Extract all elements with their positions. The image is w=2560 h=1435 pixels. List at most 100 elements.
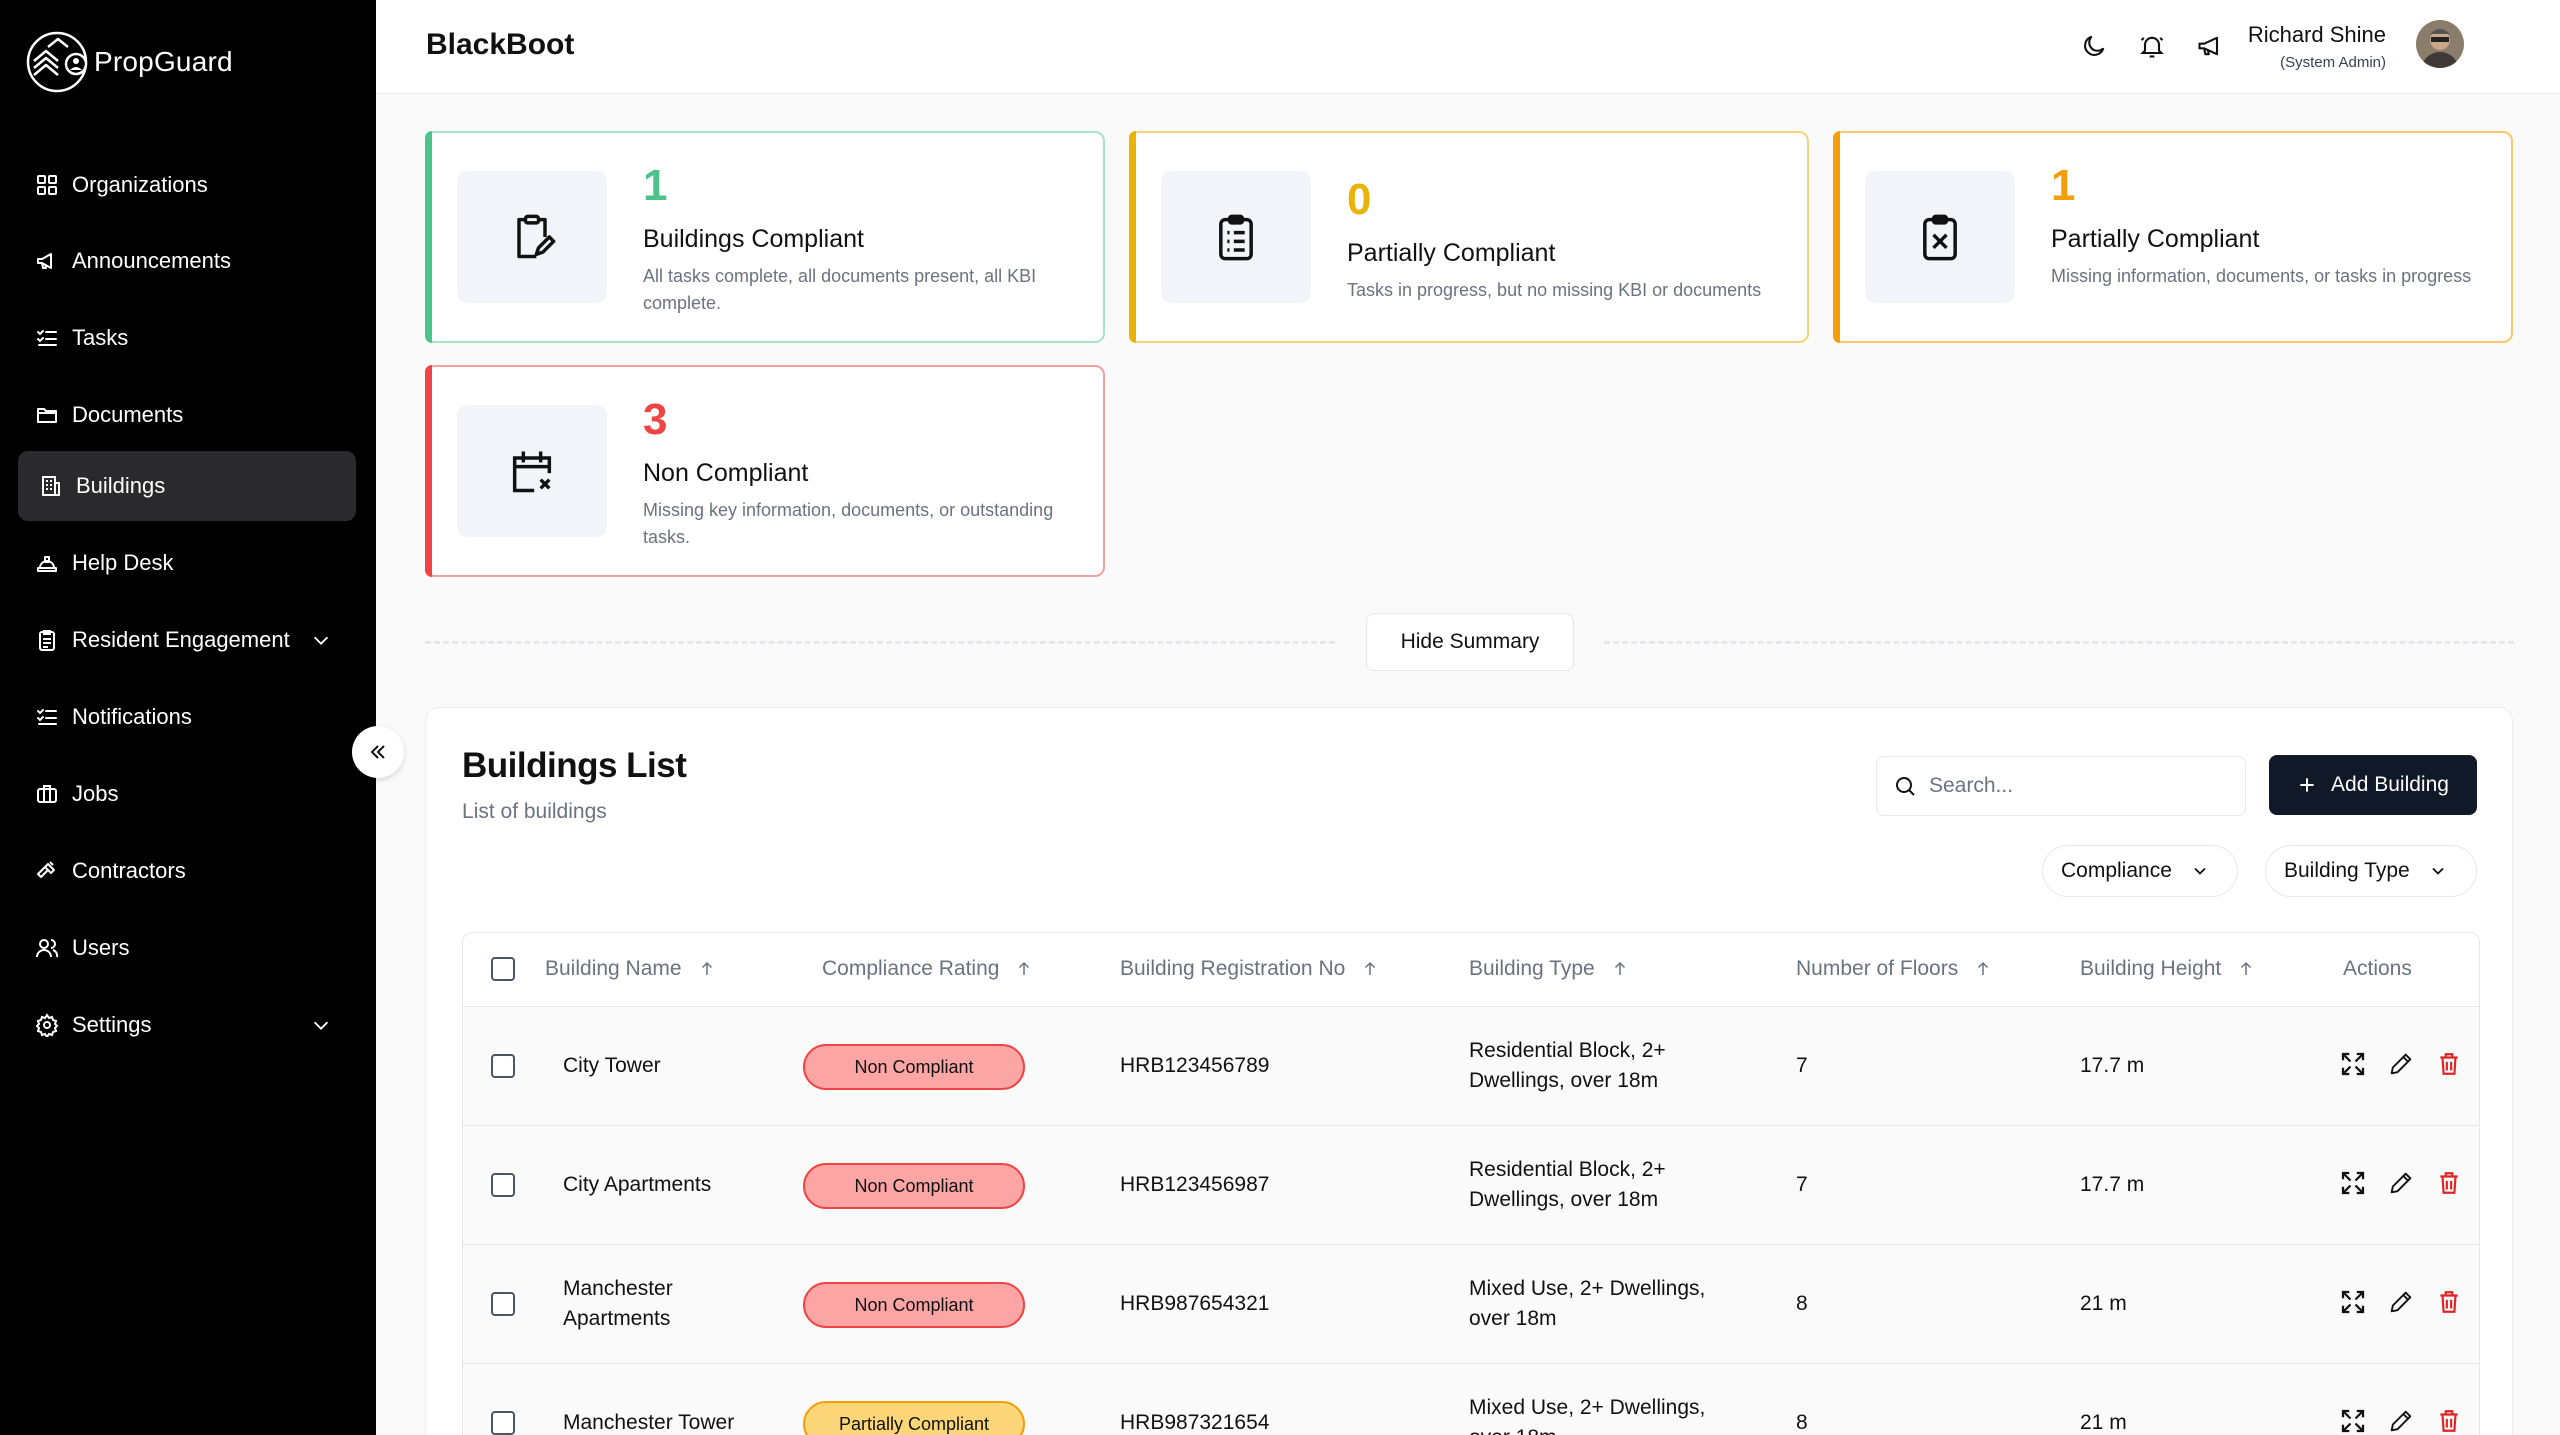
building-name[interactable]: City Apartments bbox=[563, 1170, 783, 1200]
page-title: BlackBoot bbox=[426, 28, 575, 61]
sort-up-icon bbox=[1019, 961, 1030, 975]
building-name[interactable]: Manchester Tower bbox=[563, 1408, 783, 1435]
expand-icon[interactable] bbox=[2337, 1286, 2369, 1318]
select-all-checkbox[interactable] bbox=[491, 957, 515, 981]
row-checkbox[interactable] bbox=[491, 1054, 515, 1078]
column-label: Actions bbox=[2343, 957, 2412, 980]
column-number-of-floors[interactable]: Number of Floors bbox=[1796, 957, 1992, 981]
summary-description: All tasks complete, all documents presen… bbox=[643, 266, 1037, 313]
add-building-button[interactable]: Add Building bbox=[2269, 755, 2477, 815]
sidebar-item-notifications[interactable]: Notifications bbox=[18, 682, 356, 752]
summary-description: Missing information, documents, or tasks… bbox=[2051, 266, 2472, 286]
column-building-name[interactable]: Building Name bbox=[545, 957, 716, 981]
sidebar-item-help-desk[interactable]: Help Desk bbox=[18, 528, 356, 598]
expand-icon[interactable] bbox=[2337, 1048, 2369, 1080]
list-check-icon bbox=[34, 704, 60, 730]
building-type: Residential Block, 2+ Dwellings, over 18… bbox=[1469, 1158, 1666, 1211]
registration-no: HRB987321654 bbox=[1120, 1411, 1270, 1434]
row-checkbox[interactable] bbox=[491, 1411, 515, 1435]
sidebar-item-tasks[interactable]: Tasks bbox=[18, 303, 356, 373]
table-row[interactable]: City Apartments Non Compliant HRB1234569… bbox=[463, 1126, 2479, 1245]
building-type: Mixed Use, 2+ Dwellings, over 18m bbox=[1469, 1277, 1706, 1330]
edit-icon[interactable] bbox=[2385, 1286, 2417, 1318]
table-row[interactable]: Manchester Tower Partially Compliant HRB… bbox=[463, 1364, 2479, 1435]
sidebar-item-label: Resident Engagement bbox=[72, 627, 290, 652]
briefcase-icon bbox=[34, 781, 60, 807]
edit-icon[interactable] bbox=[2385, 1167, 2417, 1199]
sidebar-item-announcements[interactable]: Announcements bbox=[18, 226, 356, 296]
gear-icon bbox=[34, 1012, 60, 1038]
building-type: Residential Block, 2+ Dwellings, over 18… bbox=[1469, 1039, 1666, 1092]
sidebar-item-buildings[interactable]: Buildings bbox=[18, 451, 356, 521]
sidebar-item-settings[interactable]: Settings bbox=[18, 990, 356, 1060]
expand-icon[interactable] bbox=[2337, 1405, 2369, 1435]
row-checkbox[interactable] bbox=[491, 1292, 515, 1316]
column-building-type[interactable]: Building Type bbox=[1469, 957, 1629, 981]
building-name[interactable]: City Tower bbox=[563, 1051, 783, 1081]
row-checkbox[interactable] bbox=[491, 1173, 515, 1197]
plus-icon bbox=[2300, 778, 2314, 792]
sidebar-item-label: Documents bbox=[72, 402, 184, 427]
sidebar-item-label: Contractors bbox=[72, 858, 186, 883]
search-box[interactable] bbox=[1876, 756, 2246, 816]
collapse-sidebar-button[interactable] bbox=[352, 726, 404, 778]
hide-summary-button[interactable]: Hide Summary bbox=[1366, 613, 1574, 671]
building-type-filter[interactable]: Building Type bbox=[2265, 845, 2477, 897]
number-of-floors: 7 bbox=[1796, 1173, 1808, 1196]
summary-title: Partially Compliant bbox=[1347, 239, 1556, 267]
buildings-list-panel: Buildings List List of buildings Add Bui… bbox=[425, 707, 2513, 1435]
trash-icon[interactable] bbox=[2433, 1048, 2465, 1080]
sidebar-item-organizations[interactable]: Organizations bbox=[18, 150, 356, 220]
topbar: BlackBoot Richard Shine (System Admin) bbox=[376, 0, 2560, 94]
sidebar-item-contractors[interactable]: Contractors bbox=[18, 836, 356, 906]
summary-title: Non Compliant bbox=[643, 459, 809, 487]
building-type: Mixed Use, 2+ Dwellings, over 18m bbox=[1469, 1396, 1706, 1435]
trash-icon[interactable] bbox=[2433, 1405, 2465, 1435]
building-height: 17.7 m bbox=[2080, 1173, 2145, 1196]
column-label: Compliance Rating bbox=[822, 957, 1000, 980]
users-icon bbox=[34, 935, 60, 961]
divider bbox=[425, 641, 1335, 644]
sidebar-item-label: Announcements bbox=[72, 248, 231, 273]
sort-up-icon bbox=[1978, 961, 1989, 975]
sidebar-item-users[interactable]: Users bbox=[18, 913, 356, 983]
hardhat-icon bbox=[34, 550, 60, 576]
column-registration-no[interactable]: Building Registration No bbox=[1120, 957, 1379, 981]
expand-icon[interactable] bbox=[2337, 1167, 2369, 1199]
summary-card-compliant: 1 Buildings Compliant All tasks complete… bbox=[425, 131, 1105, 343]
building-name[interactable]: Manchester Apartments bbox=[563, 1274, 713, 1334]
table-row[interactable]: Manchester Apartments Non Compliant HRB9… bbox=[463, 1245, 2479, 1364]
sidebar-item-jobs[interactable]: Jobs bbox=[18, 759, 356, 829]
search-input[interactable] bbox=[1929, 774, 2229, 798]
sidebar-item-label: Buildings bbox=[76, 473, 166, 498]
sidebar-item-label: Tasks bbox=[72, 325, 129, 350]
sidebar-item-label: Jobs bbox=[72, 781, 119, 806]
edit-icon[interactable] bbox=[2385, 1048, 2417, 1080]
edit-icon[interactable] bbox=[2385, 1405, 2417, 1435]
trash-icon[interactable] bbox=[2433, 1286, 2465, 1318]
moon-icon[interactable] bbox=[2078, 30, 2110, 62]
sidebar-item-label: Notifications bbox=[72, 704, 192, 729]
filter-label: Building Type bbox=[2284, 859, 2410, 882]
clipboard-icon bbox=[34, 627, 60, 653]
trash-icon[interactable] bbox=[2433, 1167, 2465, 1199]
number-of-floors: 8 bbox=[1796, 1411, 1808, 1434]
building-height: 21 m bbox=[2080, 1292, 2127, 1315]
bell-icon[interactable] bbox=[2136, 30, 2168, 62]
avatar[interactable] bbox=[2416, 20, 2464, 68]
chevron-down-icon[interactable] bbox=[310, 629, 332, 651]
registration-no: HRB123456987 bbox=[1120, 1173, 1270, 1196]
clipboard-edit-icon bbox=[457, 171, 607, 303]
sidebar-item-resident-engagement[interactable]: Resident Engagement bbox=[18, 605, 356, 675]
megaphone-icon[interactable] bbox=[2194, 30, 2226, 62]
sidebar-item-label: Users bbox=[72, 935, 130, 960]
column-compliance-rating[interactable]: Compliance Rating bbox=[822, 957, 1033, 981]
compliance-filter[interactable]: Compliance bbox=[2042, 845, 2238, 897]
user-name: Richard Shine bbox=[2247, 22, 2386, 47]
card-accent bbox=[1833, 131, 1840, 343]
sidebar-item-documents[interactable]: Documents bbox=[18, 380, 356, 450]
sort-up-icon bbox=[1365, 961, 1376, 975]
column-building-height[interactable]: Building Height bbox=[2080, 957, 2255, 981]
chevron-down-icon[interactable] bbox=[310, 1014, 332, 1036]
table-row[interactable]: City Tower Non Compliant HRB123456789 Re… bbox=[463, 1007, 2479, 1126]
